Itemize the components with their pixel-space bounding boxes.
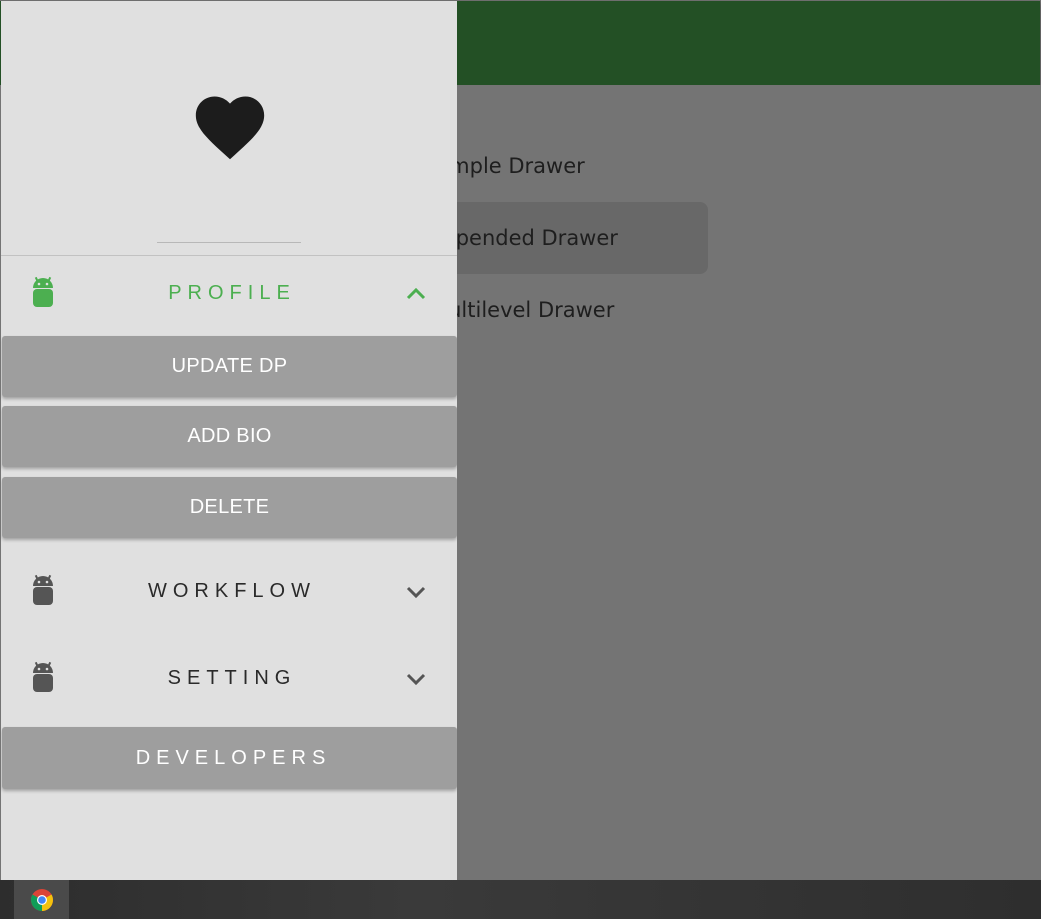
section-workflow[interactable]: WORKFLOW <box>1 554 457 628</box>
menu-item-label: Multilevel Drawer <box>430 298 615 322</box>
header-divider <box>157 242 301 243</box>
taskbar <box>0 880 1041 919</box>
add-bio-button[interactable]: ADD BIO <box>2 406 457 467</box>
taskbar-app-chrome[interactable] <box>14 880 69 919</box>
update-dp-button[interactable]: UPDATE DP <box>2 336 457 397</box>
section-profile[interactable]: PROFILE <box>1 256 457 330</box>
chevron-up-icon[interactable] <box>404 284 428 302</box>
section-label: PROFILE <box>168 281 296 304</box>
android-icon <box>33 276 53 307</box>
drawer-header <box>1 1 457 256</box>
chevron-down-icon[interactable] <box>404 582 428 600</box>
menu-item-label: Expended Drawer <box>430 226 618 250</box>
chrome-icon <box>30 888 53 911</box>
developers-button[interactable]: DEVELOPERS <box>2 727 457 789</box>
android-icon <box>33 661 53 692</box>
section-label: SETTING <box>167 666 297 689</box>
delete-button[interactable]: DELETE <box>2 477 457 538</box>
heart-icon <box>195 96 265 160</box>
section-label: WORKFLOW <box>148 579 316 602</box>
section-setting[interactable]: SETTING <box>1 641 457 715</box>
android-icon <box>33 574 53 605</box>
chevron-down-icon[interactable] <box>404 669 428 687</box>
navigation-drawer: PROFILE UPDATE DP ADD BIO DELETE WORKFLO… <box>1 1 457 880</box>
